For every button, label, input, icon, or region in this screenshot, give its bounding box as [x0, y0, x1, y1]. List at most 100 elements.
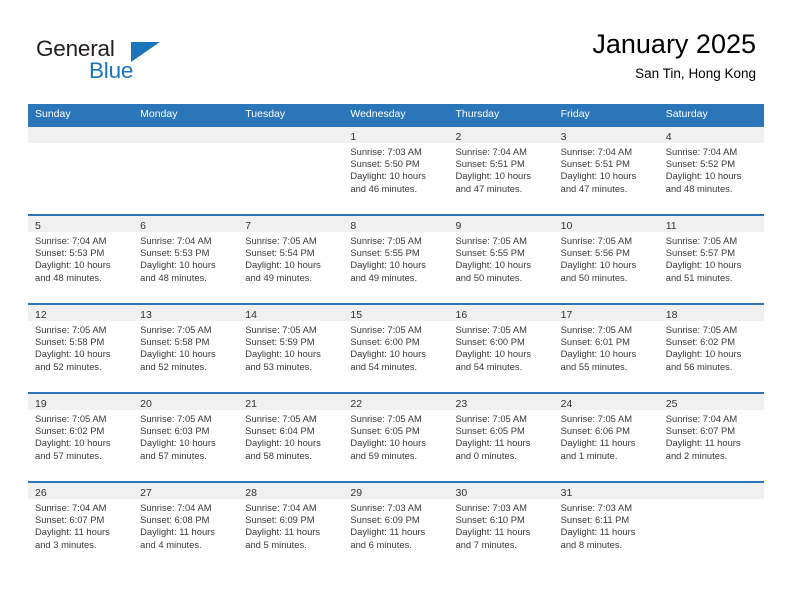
- calendar-day-cell[interactable]: 11 Sunrise: 7:05 AM Sunset: 5:57 PM Dayligh…: [658, 216, 764, 303]
- calendar-day-cell-empty: [658, 483, 764, 570]
- day-number: 19: [35, 398, 47, 410]
- day-detail-line: Sunrise: 7:05 AM: [245, 413, 317, 424]
- day-detail-line: and 49 minutes.: [245, 271, 312, 283]
- calendar-day-cell[interactable]: 1 Sunrise: 7:03 AM Sunset: 5:50 PM Daylight…: [343, 127, 449, 214]
- calendar-day-cell[interactable]: 28 Sunrise: 7:04 AM Sunset: 6:09 PM Dayligh…: [238, 483, 344, 570]
- day-number-band: [658, 483, 764, 499]
- day-detail-line: and 6 minutes.: [350, 538, 412, 550]
- day-number-band: 18: [658, 305, 764, 321]
- day-detail-line: Sunset: 6:05 PM: [455, 425, 525, 437]
- day-detail: Sunrise: 7:05 AM Sunset: 6:05 PM Daylight:…: [449, 410, 554, 462]
- day-number-band: 22: [343, 394, 449, 410]
- calendar-day-cell[interactable]: 26 Sunrise: 7:04 AM Sunset: 6:07 PM Dayligh…: [28, 483, 134, 570]
- calendar-day-cell[interactable]: 17 Sunrise: 7:05 AM Sunset: 6:01 PM Dayligh…: [553, 305, 659, 392]
- day-number-band: 17: [553, 305, 659, 321]
- calendar-day-cell[interactable]: 5 Sunrise: 7:04 AM Sunset: 5:53 PM Daylight…: [28, 216, 134, 303]
- day-number-band: 6: [133, 216, 239, 232]
- calendar-day-cell[interactable]: 16 Sunrise: 7:05 AM Sunset: 6:00 PM Dayligh…: [448, 305, 554, 392]
- page-header: General Blue January 2025 San Tin, Hong …: [0, 0, 792, 104]
- calendar-day-cell[interactable]: 13 Sunrise: 7:05 AM Sunset: 5:58 PM Dayligh…: [133, 305, 239, 392]
- day-detail-line: Sunset: 5:55 PM: [350, 247, 420, 259]
- calendar-day-cell[interactable]: 6 Sunrise: 7:04 AM Sunset: 5:53 PM Daylight…: [133, 216, 239, 303]
- day-number: 17: [560, 309, 573, 321]
- day-detail: Sunrise: 7:05 AM Sunset: 6:00 PM Daylight:…: [449, 321, 554, 373]
- calendar-day-cell[interactable]: 30 Sunrise: 7:03 AM Sunset: 6:10 PM Dayligh…: [448, 483, 554, 570]
- day-detail-line: Sunrise: 7:03 AM: [455, 502, 527, 513]
- day-number: 2: [455, 131, 462, 143]
- calendar-day-cell[interactable]: 31 Sunrise: 7:03 AM Sunset: 6:11 PM Dayligh…: [553, 483, 659, 570]
- weekday-header-row: Sunday Monday Tuesday Wednesday Thursday Frid…: [28, 104, 764, 125]
- day-detail: Sunrise: 7:04 AM Sunset: 5:51 PM Daylight:…: [449, 143, 554, 195]
- day-number-band: 5: [28, 216, 134, 232]
- calendar-day-cell[interactable]: 12 Sunrise: 7:05 AM Sunset: 5:58 PM Dayligh…: [28, 305, 134, 392]
- calendar-day-cell[interactable]: 23 Sunrise: 7:05 AM Sunset: 6:05 PM Dayligh…: [448, 394, 554, 481]
- day-detail-line: Daylight: 10 hours: [245, 259, 321, 271]
- calendar-day-cell[interactable]: 19 Sunrise: 7:05 AM Sunset: 6:02 PM Dayligh…: [28, 394, 134, 481]
- calendar-day-cell[interactable]: 24 Sunrise: 7:05 AM Sunset: 6:06 PM Dayligh…: [553, 394, 659, 481]
- day-detail-line: Sunrise: 7:04 AM: [35, 235, 107, 246]
- day-detail: Sunrise: 7:05 AM Sunset: 6:00 PM Daylight:…: [343, 321, 448, 373]
- day-number: 9: [455, 220, 462, 232]
- calendar-day-cell[interactable]: 14 Sunrise: 7:05 AM Sunset: 5:59 PM Dayligh…: [238, 305, 344, 392]
- calendar-day-cell-empty: [28, 127, 134, 214]
- day-detail: Sunrise: 7:04 AM Sunset: 6:08 PM Daylight:…: [133, 499, 238, 551]
- calendar-day-cell[interactable]: 27 Sunrise: 7:04 AM Sunset: 6:08 PM Dayligh…: [133, 483, 239, 570]
- day-detail-line: and 55 minutes.: [560, 360, 628, 372]
- day-number: 4: [665, 131, 672, 143]
- calendar-day-cell[interactable]: 15 Sunrise: 7:05 AM Sunset: 6:00 PM Dayligh…: [343, 305, 449, 392]
- calendar-day-cell[interactable]: 29 Sunrise: 7:03 AM Sunset: 6:09 PM Dayligh…: [343, 483, 449, 570]
- calendar-day-cell[interactable]: 22 Sunrise: 7:05 AM Sunset: 6:05 PM Dayligh…: [343, 394, 449, 481]
- day-number-band: 29: [343, 483, 449, 499]
- calendar-day-cell[interactable]: 21 Sunrise: 7:05 AM Sunset: 6:04 PM Dayligh…: [238, 394, 344, 481]
- calendar-week-row: 5 Sunrise: 7:04 AM Sunset: 5:53 PM Daylight…: [28, 214, 764, 303]
- day-number: 8: [350, 220, 357, 232]
- day-detail-line: and 54 minutes.: [455, 360, 523, 372]
- day-number-band: 24: [553, 394, 659, 410]
- day-detail: Sunrise: 7:05 AM Sunset: 5:58 PM Daylight:…: [28, 321, 133, 373]
- day-detail-line: and 59 minutes.: [350, 449, 418, 461]
- day-number: 24: [560, 398, 573, 410]
- day-number-band: 28: [238, 483, 344, 499]
- day-detail: Sunrise: 7:04 AM Sunset: 6:09 PM Daylight:…: [238, 499, 343, 551]
- day-detail-line: Sunrise: 7:05 AM: [560, 235, 633, 246]
- day-number: 29: [350, 487, 363, 499]
- calendar-day-cell[interactable]: 20 Sunrise: 7:05 AM Sunset: 6:03 PM Dayligh…: [133, 394, 239, 481]
- calendar-day-cell[interactable]: 25 Sunrise: 7:04 AM Sunset: 6:07 PM Dayligh…: [658, 394, 764, 481]
- calendar-week-row: 19 Sunrise: 7:05 AM Sunset: 6:02 PM Dayligh…: [28, 392, 764, 481]
- calendar-day-cell[interactable]: 18 Sunrise: 7:05 AM Sunset: 6:02 PM Dayligh…: [658, 305, 764, 392]
- day-detail-line: Sunset: 6:02 PM: [35, 425, 105, 437]
- weekday-header-wednesday: Wednesday: [350, 108, 406, 120]
- weekday-header-sunday: Sunday: [35, 108, 71, 120]
- day-detail-line: Sunrise: 7:05 AM: [350, 235, 422, 246]
- day-detail-line: Sunrise: 7:05 AM: [245, 324, 317, 335]
- day-detail-line: Sunset: 6:09 PM: [350, 514, 420, 526]
- logo-text-blue: Blue: [89, 58, 134, 83]
- calendar-day-cell[interactable]: 7 Sunrise: 7:05 AM Sunset: 5:54 PM Daylight…: [238, 216, 344, 303]
- day-number: 15: [350, 309, 363, 321]
- day-detail: Sunrise: 7:03 AM Sunset: 6:10 PM Daylight:…: [449, 499, 554, 551]
- day-detail-line: Sunrise: 7:05 AM: [140, 324, 212, 335]
- title-block: January 2025 San Tin, Hong Kong: [336, 28, 756, 83]
- day-detail-line: Daylight: 10 hours: [560, 348, 637, 360]
- day-detail-line: Sunrise: 7:05 AM: [560, 413, 633, 424]
- calendar-day-cell[interactable]: 2 Sunrise: 7:04 AM Sunset: 5:51 PM Daylight…: [448, 127, 554, 214]
- calendar-day-cell[interactable]: 3 Sunrise: 7:04 AM Sunset: 5:51 PM Daylight…: [553, 127, 659, 214]
- calendar-day-cell[interactable]: 10 Sunrise: 7:05 AM Sunset: 5:56 PM Dayligh…: [553, 216, 659, 303]
- calendar-day-cell[interactable]: 4 Sunrise: 7:04 AM Sunset: 5:52 PM Daylight…: [658, 127, 764, 214]
- day-detail-line: Sunrise: 7:03 AM: [350, 146, 422, 157]
- day-detail-line: Sunrise: 7:04 AM: [455, 146, 527, 157]
- day-detail: Sunrise: 7:04 AM Sunset: 6:07 PM Daylight:…: [659, 410, 764, 462]
- day-detail-line: Sunrise: 7:05 AM: [35, 324, 107, 335]
- day-detail-line: Sunrise: 7:03 AM: [350, 502, 422, 513]
- day-number-band: [28, 127, 134, 143]
- day-number-band: 30: [448, 483, 554, 499]
- calendar-day-cell[interactable]: 8 Sunrise: 7:05 AM Sunset: 5:55 PM Daylight…: [343, 216, 449, 303]
- day-detail-line: and 7 minutes.: [455, 538, 518, 550]
- day-detail-line: and 52 minutes.: [140, 360, 207, 372]
- day-detail-line: Daylight: 10 hours: [350, 348, 426, 360]
- calendar-day-cell[interactable]: 9 Sunrise: 7:05 AM Sunset: 5:55 PM Daylight…: [448, 216, 554, 303]
- day-detail-line: Sunset: 6:08 PM: [140, 514, 210, 526]
- day-number-band: 21: [238, 394, 344, 410]
- day-detail-line: Daylight: 10 hours: [140, 437, 216, 449]
- day-detail-line: and 49 minutes.: [350, 271, 418, 283]
